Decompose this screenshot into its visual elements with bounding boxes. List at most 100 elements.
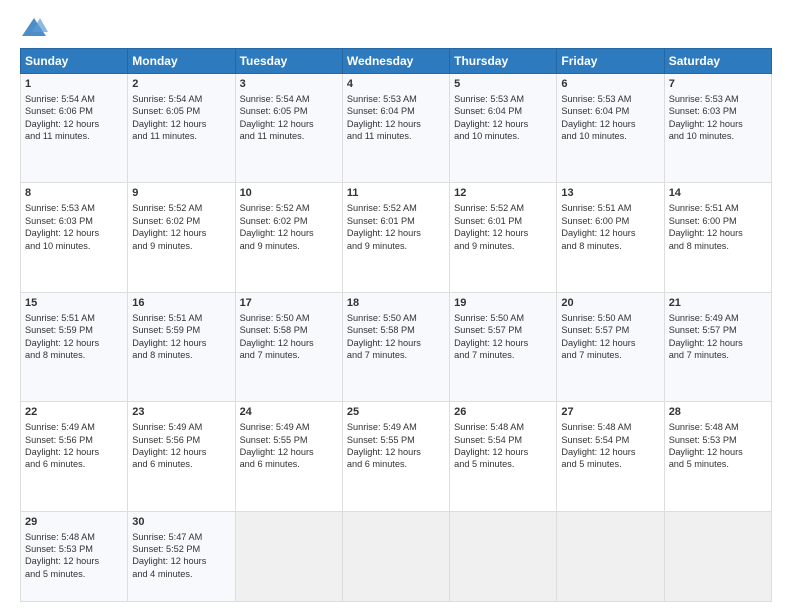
calendar-week-row: 22 Sunrise: 5:49 AM Sunset: 5:56 PM Dayligh…: [21, 402, 772, 511]
calendar-cell: [557, 511, 664, 601]
sunset-text: Sunset: 5:56 PM: [25, 435, 93, 445]
sunset-text: Sunset: 6:02 PM: [132, 216, 200, 226]
daylight-text: Daylight: 12 hoursand 5 minutes.: [25, 556, 99, 578]
sunset-text: Sunset: 6:04 PM: [454, 106, 522, 116]
sunrise-text: Sunrise: 5:48 AM: [454, 422, 524, 432]
calendar-cell: 30Sunrise: 5:47 AMSunset: 5:52 PMDayligh…: [128, 511, 235, 601]
calendar-table: SundayMondayTuesdayWednesdayThursdayFrid…: [20, 48, 772, 602]
sunset-text: Sunset: 6:03 PM: [669, 106, 737, 116]
day-number: 19: [454, 296, 552, 311]
day-number: 11: [347, 186, 445, 201]
sunset-text: Sunset: 5:57 PM: [454, 325, 522, 335]
calendar-cell: 25 Sunrise: 5:49 AM Sunset: 5:55 PM Dayligh…: [342, 402, 449, 511]
sunset-text: Sunset: 6:06 PM: [25, 106, 93, 116]
calendar-week-row: 1 Sunrise: 5:54 AM Sunset: 6:06 PM Daylight…: [21, 74, 772, 183]
day-number: 26: [454, 405, 552, 420]
sunset-text: Sunset: 5:52 PM: [132, 544, 200, 554]
day-header: Monday: [128, 49, 235, 74]
sunrise-text: Sunrise: 5:49 AM: [25, 422, 95, 432]
sunset-text: Sunset: 5:54 PM: [561, 435, 629, 445]
day-header: Wednesday: [342, 49, 449, 74]
calendar-cell: 16Sunrise: 5:51 AMSunset: 5:59 PMDayligh…: [128, 292, 235, 401]
calendar-cell: 6Sunrise: 5:53 AMSunset: 6:04 PMDaylight…: [557, 74, 664, 183]
daylight-text: Daylight: 12 hoursand 6 minutes.: [347, 447, 421, 469]
sunrise-text: Sunrise: 5:49 AM: [132, 422, 202, 432]
sunset-text: Sunset: 6:04 PM: [561, 106, 629, 116]
sunrise-text: Sunrise: 5:49 AM: [347, 422, 417, 432]
sunset-text: Sunset: 6:03 PM: [25, 216, 93, 226]
sunset-text: Sunset: 5:59 PM: [25, 325, 93, 335]
day-number: 25: [347, 405, 445, 420]
sunrise-text: Sunrise: 5:51 AM: [669, 203, 739, 213]
daylight-text: Daylight: 12 hoursand 11 minutes.: [347, 119, 421, 141]
daylight-text: Daylight: 12 hoursand 5 minutes.: [669, 447, 743, 469]
daylight-text: Daylight: 12 hoursand 8 minutes.: [132, 338, 206, 360]
sunrise-text: Sunrise: 5:53 AM: [454, 94, 524, 104]
day-number: 12: [454, 186, 552, 201]
daylight-text: Daylight: 12 hoursand 10 minutes.: [561, 119, 635, 141]
calendar-cell: 18Sunrise: 5:50 AMSunset: 5:58 PMDayligh…: [342, 292, 449, 401]
sunset-text: Sunset: 5:58 PM: [240, 325, 308, 335]
calendar-cell: [450, 511, 557, 601]
day-number: 17: [240, 296, 338, 311]
sunrise-text: Sunrise: 5:48 AM: [669, 422, 739, 432]
sunrise-text: Sunrise: 5:54 AM: [132, 94, 202, 104]
daylight-text: Daylight: 12 hoursand 9 minutes.: [132, 228, 206, 250]
calendar-cell: 4Sunrise: 5:53 AMSunset: 6:04 PMDaylight…: [342, 74, 449, 183]
calendar-week-row: 8Sunrise: 5:53 AMSunset: 6:03 PMDaylight…: [21, 183, 772, 292]
day-number: 16: [132, 296, 230, 311]
calendar-cell: 9 Sunrise: 5:52 AM Sunset: 6:02 PM Daylight…: [128, 183, 235, 292]
day-number: 5: [454, 77, 552, 92]
daylight-text: Daylight: 12 hoursand 8 minutes.: [669, 228, 743, 250]
daylight-text: Daylight: 12 hoursand 10 minutes.: [454, 119, 528, 141]
calendar-cell: 20Sunrise: 5:50 AMSunset: 5:57 PMDayligh…: [557, 292, 664, 401]
sunrise-text: Sunrise: 5:49 AM: [669, 313, 739, 323]
sunrise-text: Sunrise: 5:51 AM: [132, 313, 202, 323]
day-number: 24: [240, 405, 338, 420]
calendar-cell: 29Sunrise: 5:48 AMSunset: 5:53 PMDayligh…: [21, 511, 128, 601]
day-number: 22: [25, 405, 123, 420]
calendar-cell: 3Sunrise: 5:54 AMSunset: 6:05 PMDaylight…: [235, 74, 342, 183]
day-number: 30: [132, 515, 230, 530]
sunset-text: Sunset: 6:01 PM: [347, 216, 415, 226]
day-header: Friday: [557, 49, 664, 74]
calendar-cell: 23Sunrise: 5:49 AMSunset: 5:56 PMDayligh…: [128, 402, 235, 511]
logo-icon: [20, 16, 48, 38]
sunset-text: Sunset: 5:58 PM: [347, 325, 415, 335]
sunrise-text: Sunrise: 5:51 AM: [561, 203, 631, 213]
sunrise-text: Sunrise: 5:53 AM: [347, 94, 417, 104]
calendar-cell: 7Sunrise: 5:53 AMSunset: 6:03 PMDaylight…: [664, 74, 771, 183]
daylight-text: Daylight: 12 hoursand 7 minutes.: [561, 338, 635, 360]
page: SundayMondayTuesdayWednesdayThursdayFrid…: [0, 0, 792, 612]
day-number: 27: [561, 405, 659, 420]
day-number: 3: [240, 77, 338, 92]
calendar-cell: 15Sunrise: 5:51 AMSunset: 5:59 PMDayligh…: [21, 292, 128, 401]
calendar-cell: [664, 511, 771, 601]
day-number: 6: [561, 77, 659, 92]
sunset-text: Sunset: 6:02 PM: [240, 216, 308, 226]
calendar-cell: 14 Sunrise: 5:51 AM Sunset: 6:00 PM Dayligh…: [664, 183, 771, 292]
day-number: 14: [669, 186, 767, 201]
day-header: Thursday: [450, 49, 557, 74]
calendar-cell: 11Sunrise: 5:52 AMSunset: 6:01 PMDayligh…: [342, 183, 449, 292]
day-number: 13: [561, 186, 659, 201]
day-header: Sunday: [21, 49, 128, 74]
daylight-text: Daylight: 12 hoursand 10 minutes.: [25, 228, 99, 250]
sunset-text: Sunset: 6:00 PM: [669, 216, 737, 226]
day-number: 2: [132, 77, 230, 92]
day-number: 4: [347, 77, 445, 92]
daylight-text: Daylight: 12 hoursand 9 minutes.: [347, 228, 421, 250]
calendar-cell: [235, 511, 342, 601]
calendar-cell: 8Sunrise: 5:53 AMSunset: 6:03 PMDaylight…: [21, 183, 128, 292]
day-number: 1: [25, 77, 123, 92]
logo: [20, 16, 52, 38]
daylight-text: Daylight: 12 hoursand 5 minutes.: [454, 447, 528, 469]
sunrise-text: Sunrise: 5:52 AM: [132, 203, 202, 213]
day-number: 9: [132, 186, 230, 201]
sunrise-text: Sunrise: 5:52 AM: [240, 203, 310, 213]
sunset-text: Sunset: 5:55 PM: [347, 435, 415, 445]
sunset-text: Sunset: 5:56 PM: [132, 435, 200, 445]
calendar-week-row: 15Sunrise: 5:51 AMSunset: 5:59 PMDayligh…: [21, 292, 772, 401]
day-number: 8: [25, 186, 123, 201]
day-header: Tuesday: [235, 49, 342, 74]
